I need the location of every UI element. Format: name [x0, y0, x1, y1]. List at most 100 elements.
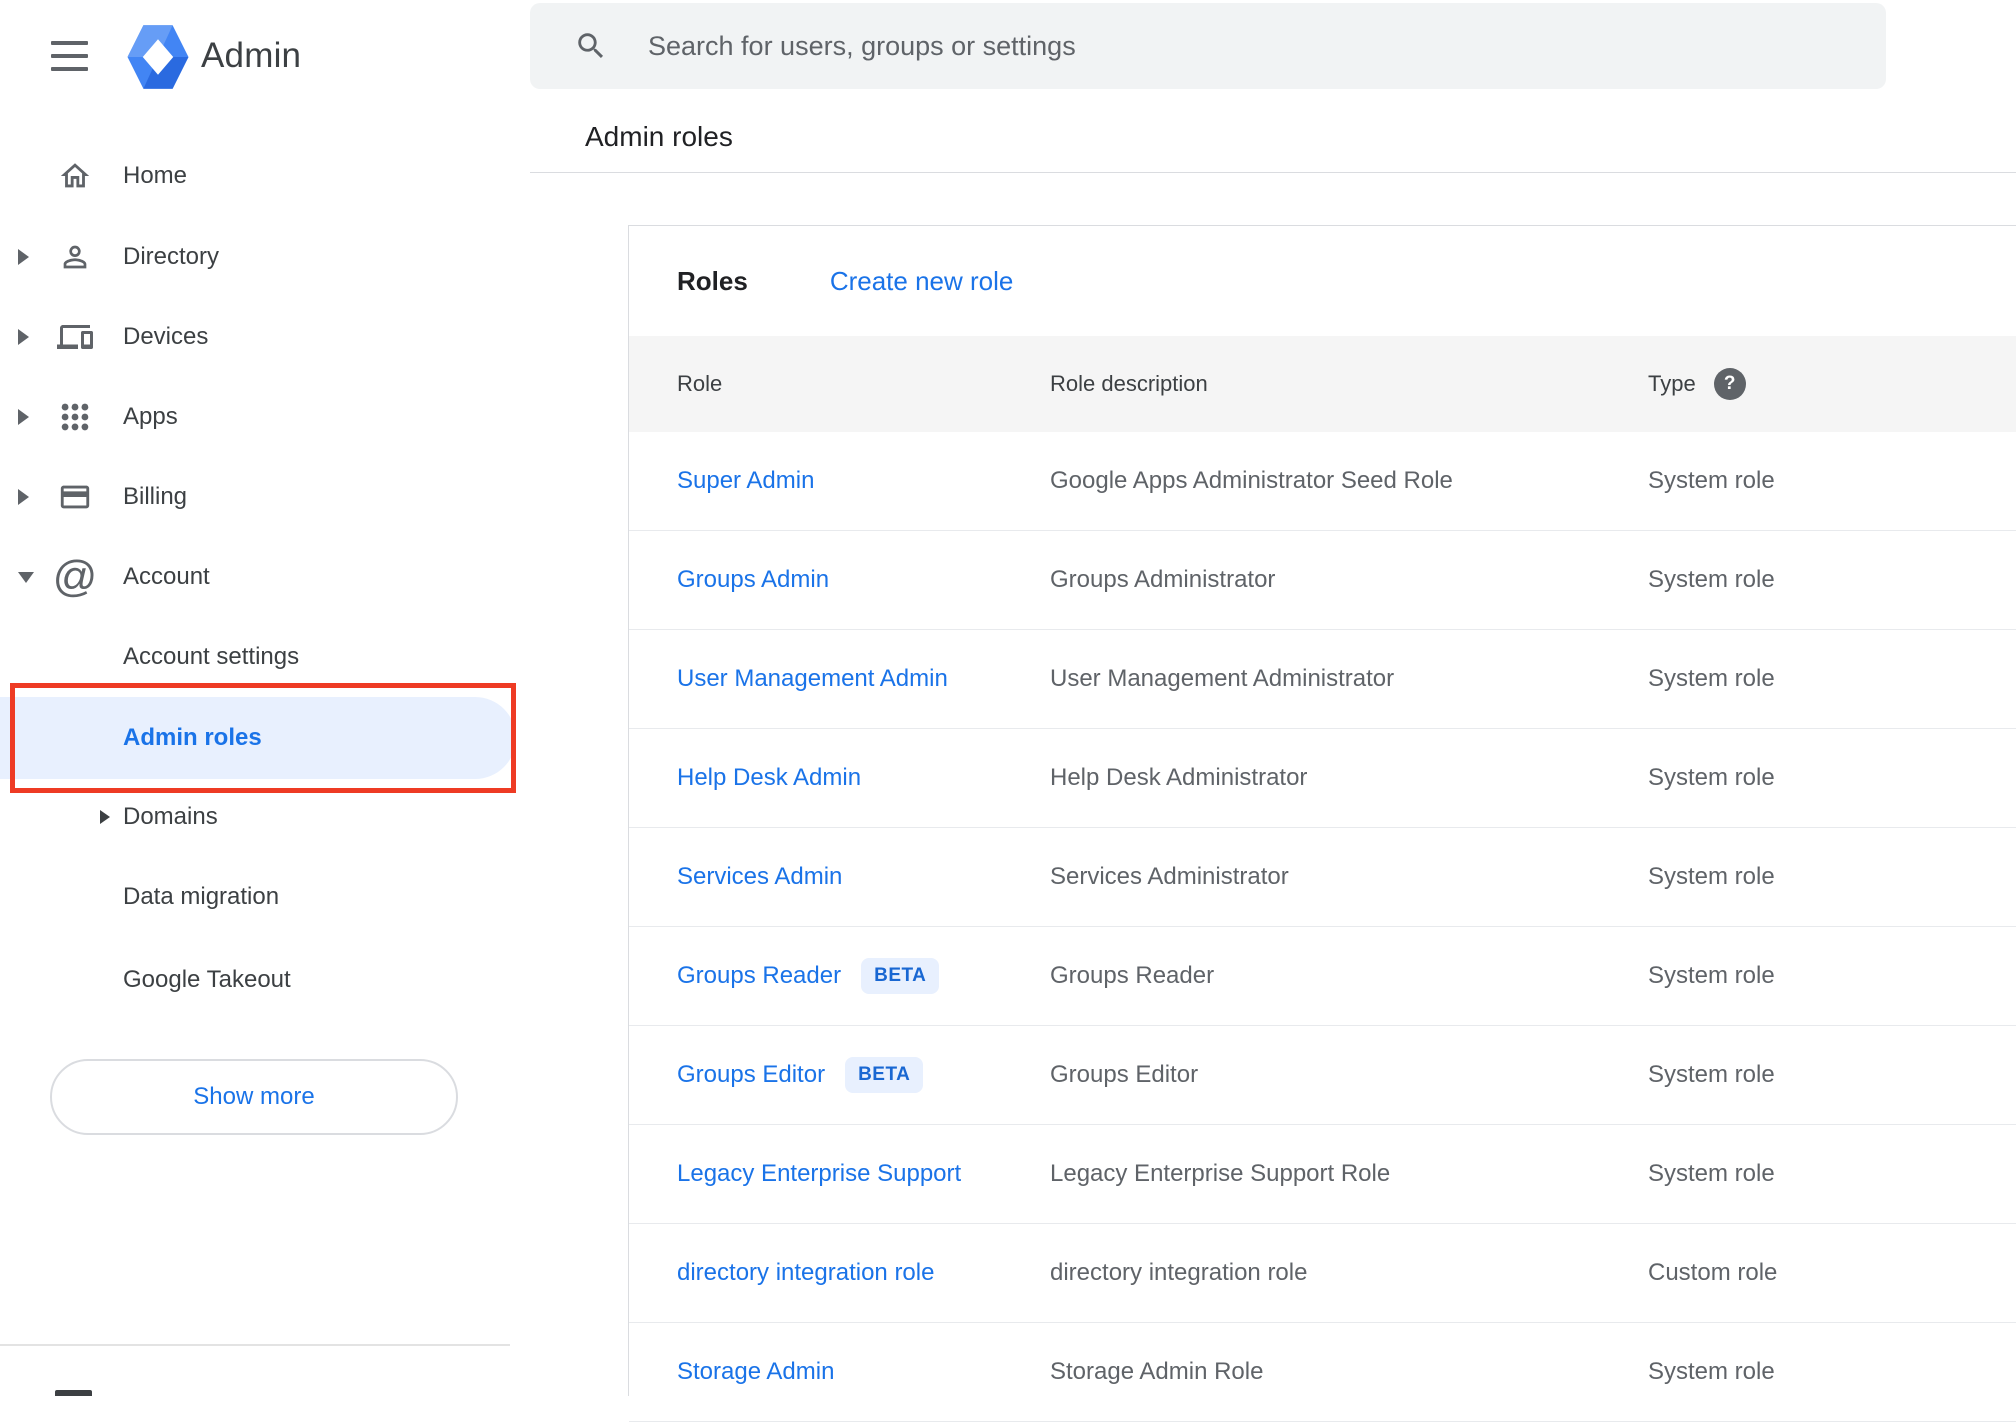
sidebar-item-admin-roles[interactable]: Admin roles [0, 697, 516, 779]
role-cell: Super Admin [629, 467, 1050, 495]
sidebar-item-domains[interactable]: Domains [0, 777, 530, 857]
roles-heading: Roles [677, 265, 748, 296]
role-description-cell: Services Administrator [1050, 863, 1289, 890]
sidebar-item-label: Google Takeout [123, 966, 291, 993]
beta-badge: BETA [845, 1057, 924, 1093]
credit-card-icon [56, 478, 94, 516]
role-type-cell: Custom role [1648, 1259, 1778, 1286]
column-header-role: Role [677, 371, 723, 396]
role-description-cell: Storage Admin Role [1050, 1358, 1264, 1385]
roles-table-body: Super Admin Google Apps Administrator See… [629, 432, 2016, 1422]
role-type-cell: System role [1648, 665, 1775, 692]
sidebar-item-apps[interactable]: Apps [0, 377, 530, 457]
role-description-cell: Google Apps Administrator Seed Role [1050, 467, 1453, 494]
role-description-cell: Groups Reader [1050, 962, 1215, 989]
role-link[interactable]: Legacy Enterprise Support [677, 1160, 961, 1188]
sidebar-item-home[interactable]: Home [0, 136, 530, 216]
apps-grid-icon [56, 398, 94, 436]
table-row: User Management Admin User Management Adm… [629, 630, 2016, 729]
roles-card-header: Roles Create new role [629, 226, 2016, 336]
table-row: Help Desk Admin Help Desk Administrator Sy… [629, 729, 2016, 828]
sidebar-item-label: Domains [123, 803, 218, 830]
role-cell: Groups Admin [629, 566, 1050, 594]
search-icon [578, 33, 604, 59]
roles-card: Roles Create new role Role Role descript… [628, 225, 2016, 1422]
expand-arrow-icon[interactable] [18, 249, 29, 265]
collapse-arrow-icon[interactable] [18, 571, 34, 583]
table-row: Storage Admin Storage Admin Role System ro… [629, 1323, 2016, 1422]
sidebar-item-label: Admin roles [123, 724, 262, 751]
role-description-cell: Groups Administrator [1050, 566, 1276, 593]
role-type-cell: System role [1648, 467, 1775, 494]
column-header-type-label: Type [1648, 371, 1696, 396]
table-row: Super Admin Google Apps Administrator See… [629, 432, 2016, 531]
column-header-type: Type ? [1648, 368, 2016, 400]
show-more-label: Show more [193, 1083, 315, 1110]
role-description-cell: Groups Editor [1050, 1061, 1199, 1088]
create-new-role-link[interactable]: Create new role [830, 266, 1014, 297]
expand-arrow-icon[interactable] [18, 489, 29, 505]
search-bar[interactable] [530, 3, 1886, 89]
role-link[interactable]: Groups Admin [677, 566, 829, 594]
building-icon-partial [55, 1390, 92, 1396]
page-title-divider [530, 172, 2016, 173]
role-cell: Storage Admin [629, 1358, 1050, 1386]
sidebar-item-label: Account settings [123, 643, 300, 670]
role-link[interactable]: Storage Admin [677, 1358, 834, 1386]
table-row: Legacy Enterprise Support Legacy Enterpri… [629, 1125, 2016, 1224]
role-cell: User Management Admin [629, 665, 1050, 693]
sidebar-item-billing[interactable]: Billing [0, 457, 530, 537]
column-header-role-description: Role description [1050, 371, 1208, 396]
sidebar-item-label: Account [123, 563, 210, 590]
role-cell: Groups Editor BETA [629, 1057, 1050, 1093]
table-row: Groups Reader BETA Groups Reader System rol… [629, 927, 2016, 1026]
table-row: Services Admin Services Administrator Syst… [629, 828, 2016, 927]
role-cell: Legacy Enterprise Support [629, 1160, 1050, 1188]
help-icon[interactable]: ? [1713, 368, 1746, 400]
role-type-cell: System role [1648, 566, 1775, 593]
sidebar-item-devices[interactable]: Devices [0, 297, 530, 377]
sidebar-item-label: Data migration [123, 883, 280, 910]
sidebar-item-account[interactable]: @ Account [0, 537, 530, 617]
role-link[interactable]: Groups Editor [677, 1061, 825, 1089]
menu-hamburger-icon[interactable] [51, 41, 88, 71]
beta-badge: BETA [861, 958, 940, 994]
sidebar-item-google-takeout[interactable]: Google Takeout [0, 940, 530, 1020]
page-title: Admin roles [585, 121, 733, 152]
role-cell: Groups Reader BETA [629, 958, 1050, 994]
sidebar-item-label: Billing [123, 483, 188, 510]
role-cell: directory integration role [629, 1259, 1050, 1287]
app-title: Admin [201, 36, 302, 75]
sidebar-item-data-migration[interactable]: Data migration [0, 857, 530, 937]
devices-icon [56, 318, 94, 356]
sidebar: Admin Home Directory Devices Apps Billin… [0, 0, 530, 1396]
show-more-button[interactable]: Show more [50, 1059, 458, 1135]
role-cell: Services Admin [629, 863, 1050, 891]
role-type-cell: System role [1648, 863, 1775, 890]
expand-arrow-icon[interactable] [18, 329, 29, 345]
search-input[interactable] [646, 29, 1886, 63]
sidebar-item-account-settings[interactable]: Account settings [0, 617, 530, 697]
at-sign-icon: @ [52, 552, 98, 601]
role-description-cell: Legacy Enterprise Support Role [1050, 1160, 1391, 1187]
sidebar-item-directory[interactable]: Directory [0, 217, 530, 297]
role-description-cell: User Management Administrator [1050, 665, 1395, 692]
role-cell: Help Desk Admin [629, 764, 1050, 792]
role-link[interactable]: User Management Admin [677, 665, 948, 693]
table-row: Groups Editor BETA Groups Editor System rol… [629, 1026, 2016, 1125]
role-link[interactable]: Services Admin [677, 863, 842, 891]
role-type-cell: System role [1648, 1061, 1775, 1088]
sidebar-footer-divider [0, 1344, 510, 1346]
role-type-cell: System role [1648, 1160, 1775, 1187]
person-icon [56, 238, 94, 276]
sidebar-item-label: Devices [123, 323, 209, 350]
role-link[interactable]: Groups Reader [677, 962, 841, 990]
role-link[interactable]: Help Desk Admin [677, 764, 861, 792]
role-link[interactable]: directory integration role [677, 1259, 934, 1287]
expand-arrow-icon[interactable] [18, 409, 29, 425]
expand-arrow-icon[interactable] [100, 810, 110, 824]
table-row: Groups Admin Groups Administrator System r… [629, 531, 2016, 630]
table-row: directory integration role directory inte… [629, 1224, 2016, 1323]
role-link[interactable]: Super Admin [677, 467, 814, 495]
table-header-row: Role Role description Type ? [629, 336, 2016, 432]
